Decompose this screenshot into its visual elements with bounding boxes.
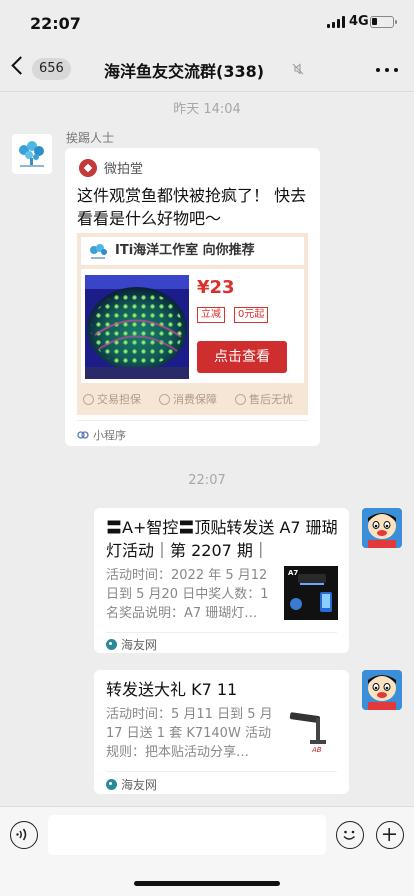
thumbnail-label: AB: [311, 746, 322, 754]
source-icon: [106, 639, 117, 650]
sender-name: 挨踢人士: [66, 131, 115, 145]
article-description: 活动时间：2022 年 5 月12 日到 5 月20 日中奖人数：1 名奖品说明…: [106, 568, 269, 621]
mini-program-source: 微拍堂: [79, 158, 143, 177]
timestamp: 22:07: [188, 473, 226, 488]
coral-product-image: [85, 275, 189, 379]
mini-program-label: 小程序: [93, 429, 126, 442]
guarantee-icon: [159, 393, 170, 405]
emoji-icon[interactable]: [336, 821, 364, 849]
article-title: 转发送大礼 K7 11: [106, 680, 238, 699]
divider: [106, 632, 337, 633]
article-message[interactable]: 〓A+智控〓顶贴转发送 A7 珊瑚灯活动｜第 2207 期｜ 活动时间：2022…: [94, 508, 349, 653]
shop-header-text: ITi海洋工作室 向你推荐: [115, 243, 255, 258]
weipaitang-logo-icon: [79, 158, 97, 177]
my-avatar[interactable]: [362, 670, 402, 710]
home-indicator: [134, 881, 280, 886]
back-arrow-icon[interactable]: [11, 56, 30, 75]
voice-input-icon[interactable]: [10, 821, 38, 849]
mute-icon: [292, 63, 304, 75]
article-description: 活动时间：5 月11 日到 5 月17 日送 1 套 K7140W 活动规则：把…: [106, 707, 273, 760]
article-thumbnail: AB: [284, 706, 338, 760]
guarantee-icon: [235, 393, 246, 405]
article-thumbnail: A7: [284, 566, 338, 620]
chat-title: 海洋鱼友交流群(338): [104, 62, 265, 81]
source-icon: [106, 779, 117, 790]
shop-logo-icon: [90, 244, 107, 259]
status-time: 22:07: [30, 14, 81, 33]
guarantee-icon: [83, 393, 94, 405]
mini-program-message[interactable]: 微拍堂 这件观赏鱼都快被抢疯了！ 快去看看是什么好物吧～ ITi海洋工作室 向你…: [65, 148, 320, 446]
unread-count-badge[interactable]: 656: [32, 58, 71, 80]
timestamp: 昨天 14:04: [173, 102, 241, 117]
mini-program-text: 这件观赏鱼都快被抢疯了！ 快去看看是什么好物吧～: [77, 186, 307, 228]
mini-program-footer: 小程序: [77, 427, 126, 443]
mini-program-icon: [77, 431, 89, 439]
discount-tag: 立减: [197, 307, 225, 323]
price-tag: 0元起: [234, 307, 269, 323]
product-body: ¥23 立减 0元起 点击查看: [81, 269, 304, 383]
product-price: ¥23: [197, 277, 235, 298]
divider: [77, 420, 308, 421]
guarantee-item: 消费保障: [159, 391, 217, 407]
status-bar: 22:07 4G: [0, 0, 414, 46]
article-source: 海友网: [106, 636, 157, 653]
thumbnail-label: A7: [288, 569, 298, 577]
message-input[interactable]: [48, 815, 326, 855]
mini-program-source-name: 微拍堂: [104, 162, 144, 177]
sender-avatar[interactable]: [12, 134, 52, 174]
chat-input-bar: [0, 806, 414, 896]
guarantee-item: 售后无忧: [235, 391, 293, 407]
guarantee-label: 消费保障: [173, 393, 217, 406]
my-avatar[interactable]: [362, 508, 402, 548]
chat-header: 656 海洋鱼友交流群(338): [0, 46, 414, 92]
article-source: 海友网: [106, 776, 157, 793]
signal-icon: [327, 16, 345, 28]
shop-header: ITi海洋工作室 向你推荐: [81, 237, 304, 265]
article-title: 〓A+智控〓顶贴转发送 A7 珊瑚灯活动｜第 2207 期｜: [106, 518, 338, 560]
article-message[interactable]: 转发送大礼 K7 11 活动时间：5 月11 日到 5 月17 日送 1 套 K…: [94, 670, 349, 794]
divider: [106, 771, 337, 772]
article-source-name: 海友网: [121, 638, 158, 652]
article-source-name: 海友网: [121, 778, 158, 792]
guarantee-label: 交易担保: [97, 393, 141, 406]
add-more-icon[interactable]: [376, 821, 404, 849]
more-options-icon[interactable]: [376, 68, 398, 72]
battery-icon: [370, 16, 397, 28]
guarantee-label: 售后无忧: [249, 393, 293, 406]
cartoon-avatar-icon: [362, 508, 402, 548]
view-product-button[interactable]: 点击查看: [197, 341, 287, 373]
product-card[interactable]: ITi海洋工作室 向你推荐 ¥23 立减 0元起 点击查看 交易担保 消费保障 …: [77, 233, 308, 415]
guarantee-item: 交易担保: [83, 391, 141, 407]
network-type: 4G: [349, 14, 369, 29]
cartoon-avatar-icon: [362, 670, 402, 710]
